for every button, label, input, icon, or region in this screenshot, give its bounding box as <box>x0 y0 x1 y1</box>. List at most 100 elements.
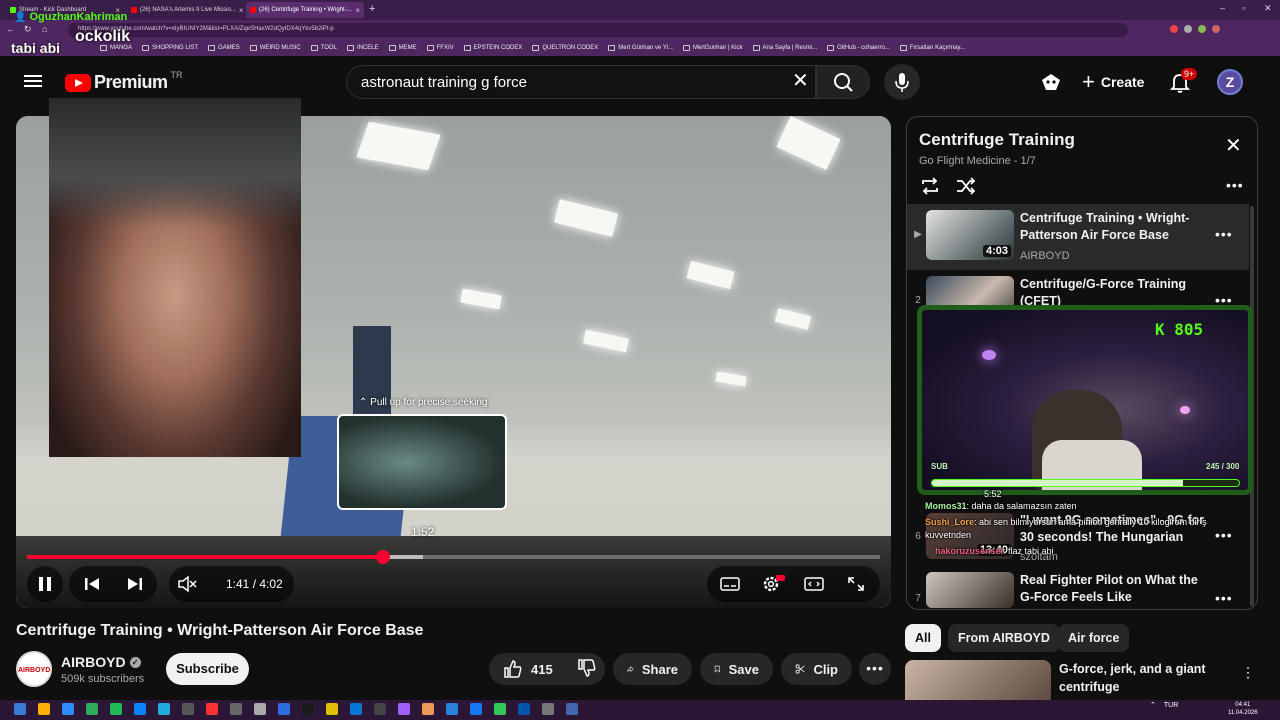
settings-button[interactable] <box>761 574 785 599</box>
taskbar-app-icon[interactable] <box>110 703 122 715</box>
taskbar-app-icon[interactable] <box>494 703 506 715</box>
account-avatar[interactable]: Z <box>1217 69 1243 95</box>
loop-icon[interactable] <box>919 176 941 201</box>
like-button[interactable]: 415 <box>503 659 553 679</box>
taskbar-app-icon[interactable] <box>134 703 146 715</box>
progress-scrubber[interactable] <box>376 550 391 564</box>
bookmark-item[interactable]: Fırsatları Kaçırmay... <box>899 45 965 51</box>
miniplayer-button[interactable] <box>803 574 825 599</box>
taskbar-app-icon[interactable] <box>302 703 314 715</box>
maximize-button[interactable]: ▫ <box>1242 3 1245 13</box>
recommendation-title[interactable]: G-force, jerk, and a giant centrifuge <box>1059 660 1239 696</box>
playlist-title[interactable]: Centrifuge Training <box>919 130 1075 150</box>
menu-icon[interactable] <box>24 72 42 88</box>
channel-name[interactable]: AIRBOYD ✓ <box>61 654 141 670</box>
bookmark-item[interactable]: TOOL <box>310 45 337 51</box>
taskbar-app-icon[interactable] <box>518 703 530 715</box>
taskbar-app-icon[interactable] <box>374 703 386 715</box>
more-icon[interactable]: ••• <box>1215 527 1233 543</box>
channel-avatar[interactable]: AIRBOYD <box>16 651 52 687</box>
bookmark-item[interactable]: GitHub - cohaerro... <box>827 45 890 51</box>
profile-icon[interactable] <box>1212 25 1220 33</box>
bookmark-item[interactable]: MertGunhan | Kick <box>682 45 743 51</box>
extension-icon[interactable] <box>1184 25 1192 33</box>
voice-search-button[interactable] <box>884 64 920 100</box>
bookmark-item[interactable]: WEIRD MUSIC <box>249 45 301 51</box>
dislike-button[interactable] <box>577 658 597 681</box>
more-icon[interactable]: ••• <box>1215 590 1233 606</box>
taskbar-app-icon[interactable] <box>158 703 170 715</box>
recommendation-thumbnail[interactable] <box>905 660 1051 700</box>
close-icon[interactable]: × <box>239 6 243 15</box>
tab-centrifuge[interactable]: (26) Centrifuge Training • Wright-... × <box>246 2 364 18</box>
taskbar-app-icon[interactable] <box>422 703 434 715</box>
playlist-item[interactable]: 7 Real Fighter Pilot on What the G-Force… <box>907 568 1249 608</box>
chip-from-channel[interactable]: From AIRBOYD <box>948 624 1060 652</box>
chip-all[interactable]: All <box>905 624 941 652</box>
url-field[interactable]: https://www.youtube.com/watch?v=xIyBIUNI… <box>68 23 1128 37</box>
reload-icon[interactable]: ↻ <box>24 24 32 35</box>
shuffle-icon[interactable] <box>955 176 977 201</box>
share-button[interactable]: Share <box>613 653 692 685</box>
bookmark-item[interactable]: FFXIV <box>426 45 454 51</box>
taskbar-app-icon[interactable] <box>566 703 578 715</box>
bookmark-item[interactable]: EPSTEIN CODEX <box>463 45 522 51</box>
taskbar-app-icon[interactable] <box>350 703 362 715</box>
captions-button[interactable] <box>719 574 741 599</box>
taskbar-app-icon[interactable] <box>62 703 74 715</box>
fullscreen-button[interactable] <box>845 574 867 599</box>
taskbar-app-icon[interactable] <box>86 703 98 715</box>
pause-button[interactable] <box>27 566 63 602</box>
bookmark-item[interactable]: GAMES <box>208 45 240 51</box>
extension-icon[interactable] <box>1170 25 1178 33</box>
search-button[interactable] <box>816 65 870 99</box>
save-button[interactable]: Save <box>700 653 773 685</box>
youtube-logo[interactable]: Premium TR <box>65 70 183 93</box>
taskbar-app-icon[interactable] <box>326 703 338 715</box>
more-icon[interactable]: ⋮ <box>1241 664 1256 681</box>
more-icon[interactable]: ••• <box>1215 226 1233 242</box>
bookmark-item[interactable]: SHOPPING LIST <box>142 45 198 51</box>
clip-button[interactable]: Clip <box>781 653 852 685</box>
bookmark-item[interactable]: MEME <box>388 45 417 51</box>
taskbar-app-icon[interactable] <box>446 703 458 715</box>
bookmark-item[interactable]: INCELE <box>346 45 379 51</box>
next-button[interactable] <box>124 574 146 599</box>
taskbar-app-icon[interactable] <box>542 703 554 715</box>
extension-icon[interactable] <box>1198 25 1206 33</box>
taskbar-app-icon[interactable] <box>182 703 194 715</box>
new-tab-button[interactable]: + <box>369 3 375 15</box>
bookmark-item[interactable]: Ana Sayfa | Resmi... <box>752 45 817 51</box>
taskbar-app-icon[interactable] <box>470 703 482 715</box>
mute-button[interactable] <box>176 574 198 599</box>
chevron-up-icon[interactable]: ⌃ <box>1150 701 1156 709</box>
taskbar-app-icon[interactable] <box>38 703 50 715</box>
bookmark-item[interactable]: QUELTRON CODEX <box>532 45 598 51</box>
close-icon[interactable]: × <box>355 6 360 15</box>
create-button[interactable]: + Create <box>1074 64 1156 100</box>
clear-search-icon[interactable]: ✕ <box>792 71 809 91</box>
taskbar-app-icon[interactable] <box>278 703 290 715</box>
subscribe-button[interactable]: Subscribe <box>166 653 249 685</box>
bookmark-item[interactable]: Mert Günhan ve Yi... <box>608 45 673 51</box>
ai-chat-icon[interactable] <box>1040 72 1062 92</box>
previous-button[interactable] <box>81 574 103 599</box>
tab-nasa[interactable]: (26) NASA's Artemis II Live Missio... × <box>127 2 243 18</box>
close-playlist-icon[interactable]: ✕ <box>1225 136 1242 156</box>
channel-name-text[interactable]: AIRBOYD <box>61 654 126 670</box>
minimize-button[interactable]: – <box>1220 3 1225 13</box>
taskbar-app-icon[interactable] <box>230 703 242 715</box>
lang-indicator[interactable]: TUR <box>1164 702 1178 709</box>
chip-air-force[interactable]: Air force <box>1058 624 1130 652</box>
taskbar-app-icon[interactable] <box>254 703 266 715</box>
back-icon[interactable]: ← <box>6 24 15 34</box>
taskbar-app-icon[interactable] <box>206 703 218 715</box>
playlist-item[interactable]: ▶ 4:03 Centrifuge Training • Wright-Patt… <box>907 204 1249 270</box>
clock[interactable]: 04:41 11.04.2026 <box>1228 701 1258 717</box>
close-window-button[interactable]: ✕ <box>1264 3 1272 14</box>
search-input[interactable]: astronaut training g force <box>346 65 816 99</box>
taskbar-app-icon[interactable] <box>14 703 26 715</box>
home-icon[interactable]: ⌂ <box>42 24 47 34</box>
more-actions-button[interactable]: ••• <box>859 653 891 685</box>
taskbar-app-icon[interactable] <box>398 703 410 715</box>
